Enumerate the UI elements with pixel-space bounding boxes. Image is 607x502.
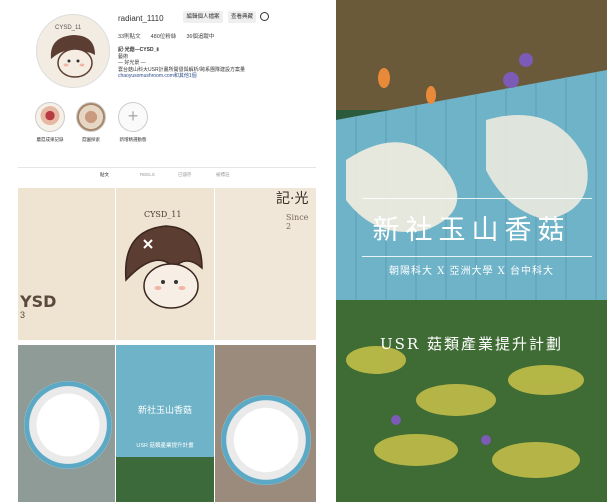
tab-posts[interactable]: 貼文 xyxy=(100,172,109,178)
tab-saved[interactable]: 已儲存 xyxy=(178,172,192,178)
view-archive-button[interactable]: 查看典藏 xyxy=(228,11,256,23)
post-thumbnail[interactable]: CYSD_11 xyxy=(116,188,214,340)
profile-bio: 記·光菇—CYSD_Ⅱ 藝術 — 好光景 — 雲台菇山科大USR計畫所開發與解析… xyxy=(118,47,308,80)
instagram-profile-screenshot: CYSD_11 radiant_1110 編輯個人檔案 查看典藏 33則貼文 4… xyxy=(18,0,316,502)
divider xyxy=(362,198,592,199)
highlight-item[interactable]: 菇園探索 xyxy=(76,102,106,143)
post-thumbnail[interactable] xyxy=(215,345,316,502)
profile-tabs: 貼文 REELS 已儲存 被標註 xyxy=(18,167,316,182)
bio-link[interactable]: chaoyusomushroom.com和其他1個 xyxy=(118,73,308,80)
foliage-image xyxy=(116,457,214,502)
post-title: 記·光 xyxy=(276,191,309,207)
tab-tagged[interactable]: 被標註 xyxy=(216,172,230,178)
gear-icon[interactable] xyxy=(260,12,269,21)
post-title: 新社玉山香菇 xyxy=(137,406,192,416)
wall-and-foliage-background xyxy=(336,0,607,502)
post-thumbnail[interactable] xyxy=(215,188,316,340)
divider xyxy=(362,256,592,257)
post-thumbnail[interactable] xyxy=(18,345,115,502)
profile-stats: 33則貼文 480位粉絲 36個追蹤中 xyxy=(118,32,214,40)
plus-icon xyxy=(118,102,148,132)
profile-header: CYSD_11 radiant_1110 編輯個人檔案 查看典藏 33則貼文 4… xyxy=(18,0,316,190)
post-text: 3 xyxy=(20,310,26,320)
post-band: USR 菇類產業提升計畫 xyxy=(136,443,194,449)
poster-title: 新社玉山香菇 xyxy=(372,215,571,246)
avatar-caption: CYSD_11 xyxy=(55,25,82,31)
highlight-label: 菇園探索 xyxy=(82,137,100,142)
username: radiant_1110 xyxy=(118,14,164,23)
poster-subtitle: 朝陽科大 X 亞洲大學 X 台中科大 xyxy=(389,266,554,277)
edit-profile-button[interactable]: 編輯個人檔案 xyxy=(183,11,223,23)
highlight-label: 新增精選動態 xyxy=(119,137,147,142)
new-highlight-button[interactable]: 新增精選動態 xyxy=(118,102,148,143)
following-count[interactable]: 36個追蹤中 xyxy=(186,32,214,40)
tab-reels[interactable]: REELS xyxy=(140,172,155,177)
posts-count[interactable]: 33則貼文 xyxy=(118,32,141,40)
post-grid: YSD 3 CYSD_11 新社玉山香菇 USR 菇類產業提升計畫 xyxy=(18,188,316,502)
highlight-item[interactable]: 蘑菇成果記錄 xyxy=(35,102,65,143)
followers-count[interactable]: 480位粉絲 xyxy=(151,32,177,40)
post-thumbnail[interactable]: YSD 3 xyxy=(18,188,115,340)
post-thumbnail[interactable]: 新社玉山香菇 USR 菇類產業提升計畫 xyxy=(116,345,214,502)
highlight-cover xyxy=(76,102,106,132)
mushroom-mascot-icon xyxy=(124,225,203,309)
highlight-cover xyxy=(35,102,65,132)
highlight-label: 蘑菇成果記錄 xyxy=(36,137,64,142)
poster-photo: 新社玉山香菇 朝陽科大 X 亞洲大學 X 台中科大 USR 菇類產業提升計劃 xyxy=(336,0,607,502)
bowl-image xyxy=(24,381,112,469)
avatar[interactable]: CYSD_11 xyxy=(36,14,110,88)
poster-band: USR 菇類產業提升計劃 xyxy=(380,335,563,353)
bowl-image xyxy=(221,395,311,485)
post-text: Since 2 xyxy=(286,213,309,231)
post-text: YSD xyxy=(20,292,57,311)
